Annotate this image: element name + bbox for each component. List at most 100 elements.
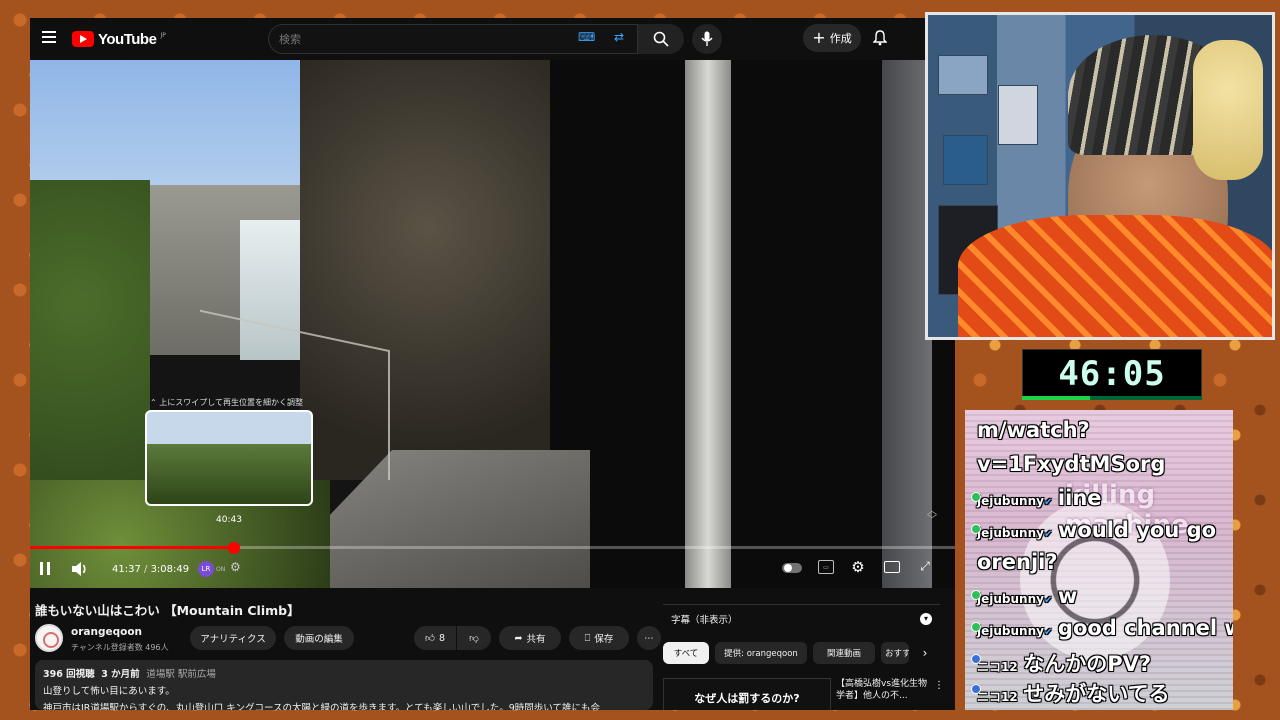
chip-related[interactable]: 関連動画 (813, 642, 875, 664)
description-line: 山登りして怖い目にあいます。 (43, 686, 175, 697)
seek-preview-time: 40:43 (216, 515, 242, 525)
seek-hint: ⌃ 上にスワイプして再生位置を細かく調整 (150, 398, 304, 407)
chip-from-channel[interactable]: 提供: orangeqoon (715, 642, 807, 664)
settings-button[interactable]: ⚙ (850, 558, 866, 576)
chat-entry: ニコ12 なんかのPV? (971, 648, 1152, 678)
gear-icon: ⚙ (851, 558, 865, 576)
recommended-video-title[interactable]: 【高橋弘樹vs進化生物学者】他人の不... (836, 678, 932, 702)
more-actions-button[interactable]: ⋯ (637, 626, 661, 650)
fullscreen-button[interactable]: ⤢ (918, 559, 932, 573)
video-player[interactable]: ⌃ 上にスワイプして再生位置を細かく調整 40:43 ︿ ﹀ 41:37 / 3:… (30, 60, 955, 588)
menu-icon[interactable] (42, 31, 56, 43)
description-box[interactable]: 396 回視聴 3 か月前 道場駅 駅前広場 山登りして怖い目にあいます。 神戸… (35, 660, 653, 710)
channel-name[interactable]: orangeqoon (71, 626, 142, 638)
search-button[interactable] (638, 24, 684, 54)
pause-button[interactable] (38, 560, 52, 576)
thumbs-down-icon: 👎︎ (469, 633, 479, 644)
extension-gear-icon[interactable]: ⚙ (230, 560, 244, 576)
translate-icon[interactable]: ⇄ (614, 30, 630, 46)
like-button[interactable]: 👍︎ 8 (414, 626, 456, 650)
chat-entry: jejubunny✔ w (971, 584, 1078, 608)
chat-username: jejubunny (977, 526, 1044, 540)
chip-all[interactable]: すべて (663, 642, 709, 664)
subtitles-label: 字幕（非表示） (671, 614, 738, 626)
chevron-right-icon[interactable]: › (917, 644, 933, 662)
analytics-button[interactable]: アナリティクス (190, 626, 276, 650)
webcam-overlay (925, 12, 1275, 340)
save-button[interactable]: ⎕ 保存 (569, 626, 629, 650)
extension-badge[interactable]: LR (198, 561, 214, 577)
pause-icon (40, 561, 43, 575)
time-display: 41:37 / 3:08:49 (112, 564, 190, 575)
search-input[interactable] (269, 25, 569, 53)
verified-badge-icon: ✔ (1043, 497, 1053, 508)
chat-username: jejubunny (977, 624, 1044, 638)
verified-badge-icon: ✔ (1043, 529, 1053, 540)
subtitles-panel-header[interactable]: 字幕（非表示） ▾ (663, 604, 940, 632)
youtube-window: YouTube JP ⌨ ⇄ + 作成 ⌃ 上に (30, 18, 955, 710)
logo-region: JP (160, 31, 166, 39)
thumbs-up-icon: 👍︎ (425, 633, 435, 644)
chat-message: orenji? (977, 550, 1058, 574)
like-count: 8 (438, 632, 445, 644)
volume-button[interactable] (70, 560, 90, 578)
chat-username: ニコ12 (977, 690, 1018, 704)
chat-message: せみがないてる (1023, 682, 1170, 706)
youtube-logo[interactable]: YouTube JP (72, 27, 166, 51)
thumbnail-text: なぜ人は罰するのか? (694, 692, 800, 705)
chat-username: jejubunny (977, 494, 1044, 508)
logo-text: YouTube (98, 30, 157, 48)
description-line: 神戸市はJR道場駅からすぐの、丸山登山口 キングコースの太陽と緑の道を歩きます。… (43, 703, 601, 710)
edit-video-button[interactable]: 動画の編集 (284, 626, 354, 650)
recommended-video-thumbnail[interactable]: なぜ人は罰するのか? (663, 678, 831, 710)
verified-badge-icon: ✔ (1043, 595, 1053, 606)
teddy-bear (1193, 40, 1263, 180)
view-count: 396 回視聴 (43, 669, 95, 680)
microphone-icon (701, 31, 713, 46)
bookmark-icon: ⎕ (584, 632, 591, 644)
description-stats: 396 回視聴 3 か月前 道場駅 駅前広場 (43, 666, 645, 680)
chat-message: w (1057, 584, 1078, 608)
more-vertical-icon[interactable]: ⋮ (934, 680, 944, 691)
expand-chevron-icon[interactable]: ︿ ﹀ (926, 507, 938, 526)
fullscreen-icon: ⤢ (920, 558, 930, 573)
location: 道場駅 駅前広場 (146, 669, 216, 680)
chat-message: iine (1057, 486, 1102, 510)
timer-progress-fill (1022, 396, 1090, 400)
progress-scrubber[interactable] (228, 542, 240, 554)
share-label: 共有 (526, 634, 546, 645)
share-button[interactable]: ➦ 共有 (499, 626, 561, 650)
youtube-play-icon (72, 31, 94, 47)
chat-entry: jejubunny✔ good channel w (971, 616, 1233, 640)
save-label: 保存 (594, 634, 614, 645)
chevron-down-icon: ▾ (920, 612, 932, 625)
more-dots-icon: ⋯ (644, 632, 654, 644)
subtitles-button[interactable]: ▭ (818, 560, 834, 574)
create-button[interactable]: + 作成 (803, 24, 861, 52)
chat-message: なんかのPV? (1023, 652, 1152, 676)
speaker-icon (72, 562, 86, 576)
chat-entry: jejubunny✔ would you go (971, 518, 1217, 542)
video-title: 誰もいない山はこわい 【Mountain Climb】 (35, 603, 300, 618)
share-icon: ➦ (514, 632, 523, 644)
upload-date: 3 か月前 (101, 669, 140, 680)
verified-badge-icon: ✔ (1043, 627, 1053, 638)
voice-search-button[interactable] (692, 24, 722, 54)
autoplay-toggle[interactable] (782, 563, 802, 573)
chip-recommended[interactable]: おすすめ (881, 642, 909, 664)
chat-message: good channel w (1057, 616, 1233, 640)
dislike-button[interactable]: 👎︎ (457, 626, 491, 650)
chat-overlay: killing machine m/watch? v=1FxydtMSorg j… (965, 410, 1233, 710)
subscriber-count: チャンネル登録者数 496人 (71, 643, 169, 652)
progress-played (30, 546, 234, 549)
create-label: 作成 (829, 32, 852, 45)
channel-avatar[interactable] (35, 624, 63, 652)
extension-state: ON (216, 566, 226, 573)
top-bar: YouTube JP ⌨ ⇄ + 作成 (30, 18, 955, 60)
keyboard-icon[interactable]: ⌨ (578, 30, 595, 46)
theater-mode-button[interactable] (884, 561, 900, 573)
duration: 3:08:49 (150, 564, 190, 575)
chat-message: would you go (1057, 518, 1217, 542)
chat-username: ニコ12 (977, 660, 1018, 674)
notifications-button[interactable] (870, 28, 890, 48)
